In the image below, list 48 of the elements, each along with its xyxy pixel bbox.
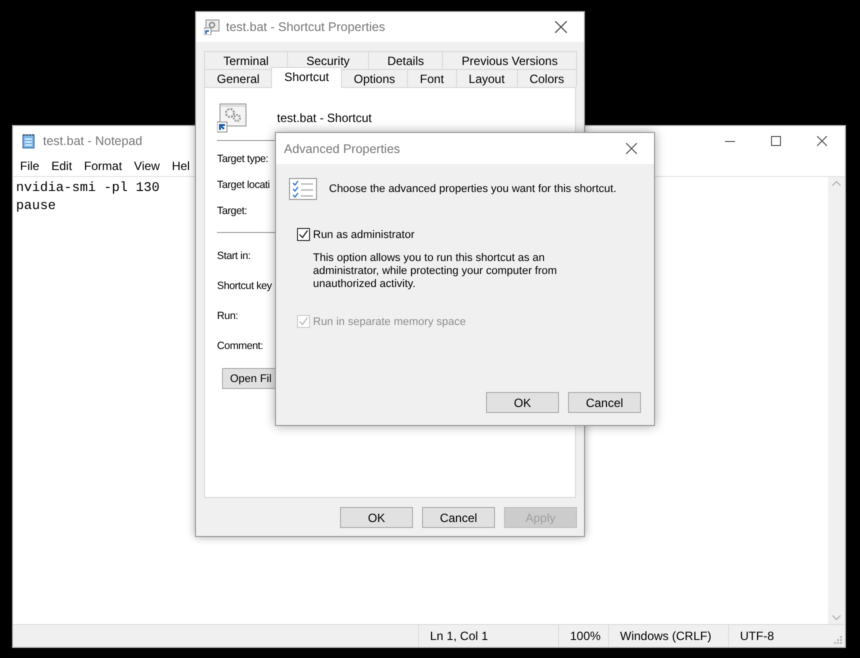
tab[interactable]: Security xyxy=(287,51,369,69)
window-title: Advanced Properties xyxy=(284,142,400,156)
maximize-icon[interactable] xyxy=(771,136,781,146)
field-label: Target type: xyxy=(217,153,268,165)
field-label: Target locati xyxy=(217,179,270,191)
shortcut-icon xyxy=(204,19,220,35)
dialog-button[interactable]: Cancel xyxy=(422,507,495,528)
code-line: nvidia-smi -pl 130 xyxy=(16,179,160,197)
status-text: UTF-8 xyxy=(740,629,774,643)
dialog-button[interactable]: OK xyxy=(340,507,413,528)
close-icon[interactable] xyxy=(555,21,567,33)
menu-item[interactable]: Format xyxy=(78,159,128,173)
window-title: test.bat - Shortcut Properties xyxy=(226,20,386,34)
field-label: Start in: xyxy=(217,250,250,262)
field-label: Run: xyxy=(217,310,238,322)
checkbox[interactable] xyxy=(297,228,310,241)
tab[interactable]: Colors xyxy=(516,69,577,87)
close-icon[interactable] xyxy=(626,143,636,154)
window-title: test.bat - Notepad xyxy=(43,134,142,148)
tab[interactable]: Options xyxy=(340,69,408,87)
size-grip-icon[interactable] xyxy=(832,634,842,644)
tab[interactable]: General xyxy=(204,69,272,87)
status-text: Ln 1, Col 1 xyxy=(430,629,488,643)
tab[interactable]: Layout xyxy=(456,69,518,87)
notepad-icon xyxy=(21,133,37,149)
dialog-button[interactable]: OK xyxy=(486,392,559,413)
dialog-heading: Choose the advanced properties you want for this shortcut. xyxy=(329,183,616,195)
field-label: Target: xyxy=(217,205,247,217)
menu-item[interactable]: Hel xyxy=(166,159,196,173)
option-description: This option allows you to run this shortcut as an administrator, while protecting your computer from unauthorized activity. xyxy=(313,252,558,291)
close-icon[interactable] xyxy=(817,136,827,146)
status-text: 100% xyxy=(570,629,601,643)
status-text: Windows (CRLF) xyxy=(620,629,712,643)
menu-item[interactable]: Edit xyxy=(45,159,78,173)
shortcut-name: test.bat - Shortcut xyxy=(277,111,372,125)
tab[interactable]: Shortcut xyxy=(271,67,342,88)
menu-item[interactable]: File xyxy=(14,159,46,173)
code-line: pause xyxy=(16,197,56,215)
field-label: Shortcut key xyxy=(217,280,272,292)
dialog-button[interactable]: Cancel xyxy=(568,392,641,413)
checkbox-label[interactable]: Run as administrator xyxy=(313,228,414,240)
menu-item[interactable]: View xyxy=(128,159,166,173)
field-label: Comment: xyxy=(217,340,264,352)
open-file-button[interactable]: Open Fil xyxy=(222,368,276,389)
shortcut-icon xyxy=(217,103,247,133)
tab[interactable]: Previous Versions xyxy=(442,51,578,69)
checklist-icon xyxy=(289,178,317,200)
tab[interactable]: Terminal xyxy=(204,51,288,69)
